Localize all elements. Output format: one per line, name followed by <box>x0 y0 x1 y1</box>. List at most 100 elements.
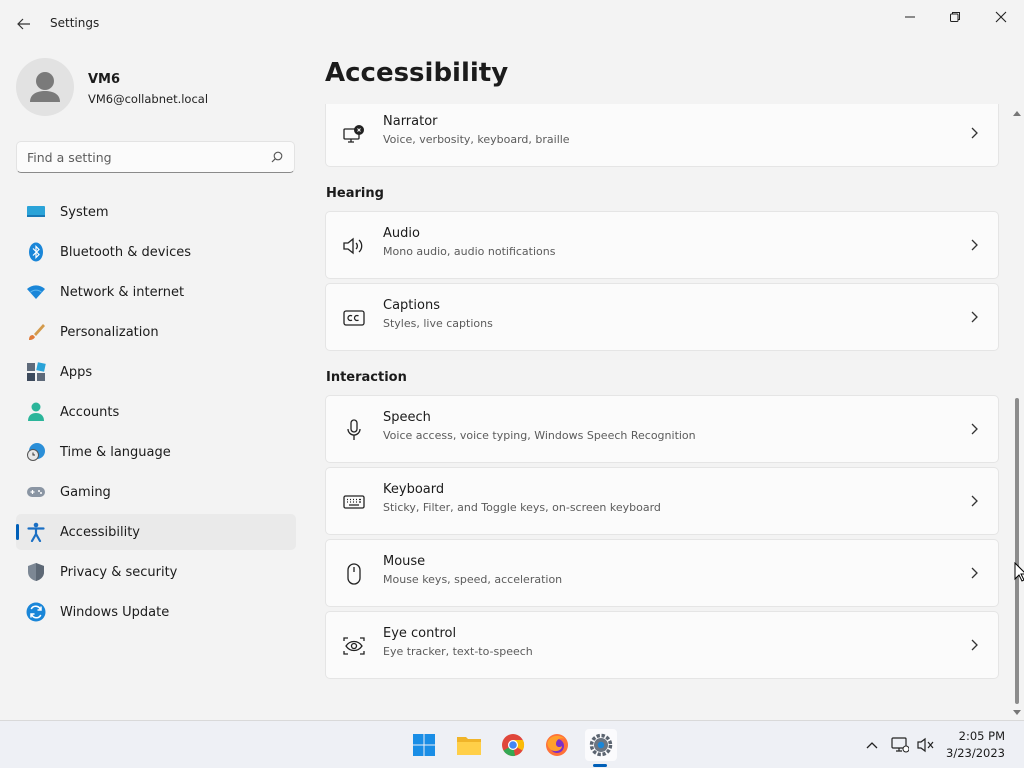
start-icon <box>413 734 435 756</box>
restore-button[interactable] <box>932 2 978 32</box>
sidebar-item-windows-update[interactable]: Windows Update <box>16 594 296 630</box>
mouse-cursor-icon <box>1014 562 1024 582</box>
chevron-right-icon <box>968 638 980 652</box>
sidebar-item-time-language[interactable]: Time & language <box>16 434 296 470</box>
card-mouse[interactable]: Mouse Mouse keys, speed, acceleration <box>325 539 999 607</box>
tray-volume[interactable] <box>916 735 936 755</box>
start-button[interactable] <box>408 729 440 761</box>
close-button[interactable] <box>978 2 1024 32</box>
taskbar-firefox[interactable] <box>541 729 573 761</box>
settings-content: Narrator Voice, verbosity, keyboard, bra… <box>325 104 1000 716</box>
sidebar-item-personalization[interactable]: Personalization <box>16 314 296 350</box>
vertical-scrollbar[interactable] <box>1011 104 1023 716</box>
taskbar-chrome[interactable] <box>497 729 529 761</box>
keyboard-icon <box>342 490 366 514</box>
microphone-icon <box>342 418 366 442</box>
sidebar-item-label: Windows Update <box>60 604 170 620</box>
card-captions[interactable]: Captions Styles, live captions <box>325 283 999 351</box>
wifi-icon <box>26 282 46 302</box>
sidebar-item-apps[interactable]: Apps <box>16 354 296 390</box>
scroll-up-arrow-icon[interactable] <box>1013 110 1021 116</box>
mouse-icon <box>342 562 366 586</box>
taskbar-settings[interactable] <box>585 729 617 761</box>
sidebar-item-label: Privacy & security <box>60 564 178 580</box>
sidebar-item-label: Personalization <box>60 324 159 340</box>
sidebar-item-network[interactable]: Network & internet <box>16 274 296 310</box>
search-input[interactable] <box>27 149 270 165</box>
sidebar-item-privacy[interactable]: Privacy & security <box>16 554 296 590</box>
speaker-icon <box>342 234 366 258</box>
card-eye-control[interactable]: Eye control Eye tracker, text-to-speech <box>325 611 999 679</box>
sidebar-item-label: Network & internet <box>60 284 185 300</box>
card-subtitle: Mono audio, audio notifications <box>383 245 556 258</box>
clock-date[interactable]: 3/23/2023 <box>946 746 1005 760</box>
settings-icon <box>589 733 613 757</box>
sidebar-item-label: Bluetooth & devices <box>60 244 191 260</box>
section-header-interaction: Interaction <box>326 370 407 385</box>
title-bar: Settings <box>0 0 1024 48</box>
gamepad-icon <box>26 482 46 502</box>
sidebar-item-gaming[interactable]: Gaming <box>16 474 296 510</box>
scrollbar-thumb[interactable] <box>1015 398 1019 704</box>
card-subtitle: Sticky, Filter, and Toggle keys, on-scre… <box>383 501 661 514</box>
profile-name: VM6 <box>88 72 121 87</box>
apps-icon <box>26 362 46 382</box>
arrow-left-icon <box>17 18 30 30</box>
page-title: Accessibility <box>325 58 509 88</box>
card-audio[interactable]: Audio Mono audio, audio notifications <box>325 211 999 279</box>
active-app-indicator <box>593 764 607 767</box>
scroll-down-arrow-icon[interactable] <box>1013 710 1021 716</box>
card-title: Mouse <box>383 554 426 569</box>
card-subtitle: Styles, live captions <box>383 317 493 330</box>
sidebar-item-bluetooth[interactable]: Bluetooth & devices <box>16 234 296 270</box>
person-icon <box>26 402 46 422</box>
card-narrator[interactable]: Narrator Voice, verbosity, keyboard, bra… <box>325 104 999 167</box>
sidebar-item-system[interactable]: System <box>16 194 296 230</box>
taskbar-file-explorer[interactable] <box>453 729 485 761</box>
chrome-icon <box>502 734 525 757</box>
card-keyboard[interactable]: Keyboard Sticky, Filter, and Toggle keys… <box>325 467 999 535</box>
firefox-icon <box>546 734 568 756</box>
shield-icon <box>26 562 46 582</box>
sidebar-item-label: Time & language <box>60 444 171 460</box>
card-subtitle: Voice access, voice typing, Windows Spee… <box>383 429 696 442</box>
close-icon <box>995 11 1007 23</box>
card-title: Captions <box>383 298 440 313</box>
tray-network[interactable] <box>890 735 910 755</box>
sidebar-item-label: Accounts <box>60 404 120 420</box>
card-title: Eye control <box>383 626 457 641</box>
avatar[interactable] <box>16 58 74 116</box>
volume-muted-icon <box>917 737 934 753</box>
paintbrush-icon <box>26 322 46 342</box>
bluetooth-icon <box>26 242 46 262</box>
clock-time[interactable]: 2:05 PM <box>959 729 1005 743</box>
sidebar-item-accessibility[interactable]: Accessibility <box>16 514 296 550</box>
minimize-button[interactable] <box>887 2 933 32</box>
chevron-up-icon <box>866 742 878 749</box>
card-title: Keyboard <box>383 482 445 497</box>
card-subtitle: Mouse keys, speed, acceleration <box>383 573 563 586</box>
card-title: Audio <box>383 226 420 241</box>
narrator-icon <box>342 122 366 146</box>
captions-icon <box>342 306 366 330</box>
search-box[interactable] <box>16 141 295 173</box>
card-speech[interactable]: Speech Voice access, voice typing, Windo… <box>325 395 999 463</box>
section-header-hearing: Hearing <box>326 186 384 201</box>
file-explorer-icon <box>457 737 481 755</box>
chevron-right-icon <box>968 238 980 252</box>
accessibility-icon <box>26 522 46 542</box>
chevron-right-icon <box>968 126 980 140</box>
person-avatar-icon <box>30 72 60 102</box>
chevron-right-icon <box>968 494 980 508</box>
back-button[interactable] <box>11 12 37 36</box>
chevron-right-icon <box>968 422 980 436</box>
sidebar-item-accounts[interactable]: Accounts <box>16 394 296 430</box>
tray-overflow-button[interactable] <box>862 735 882 755</box>
minimize-icon <box>905 16 915 18</box>
chevron-right-icon <box>968 566 980 580</box>
sidebar-item-label: System <box>60 204 109 220</box>
search-icon[interactable] <box>270 150 284 164</box>
card-subtitle: Eye tracker, text-to-speech <box>383 645 533 658</box>
profile-email: VM6@collabnet.local <box>88 92 209 106</box>
taskbar: 2:05 PM 3/23/2023 <box>0 720 1024 768</box>
